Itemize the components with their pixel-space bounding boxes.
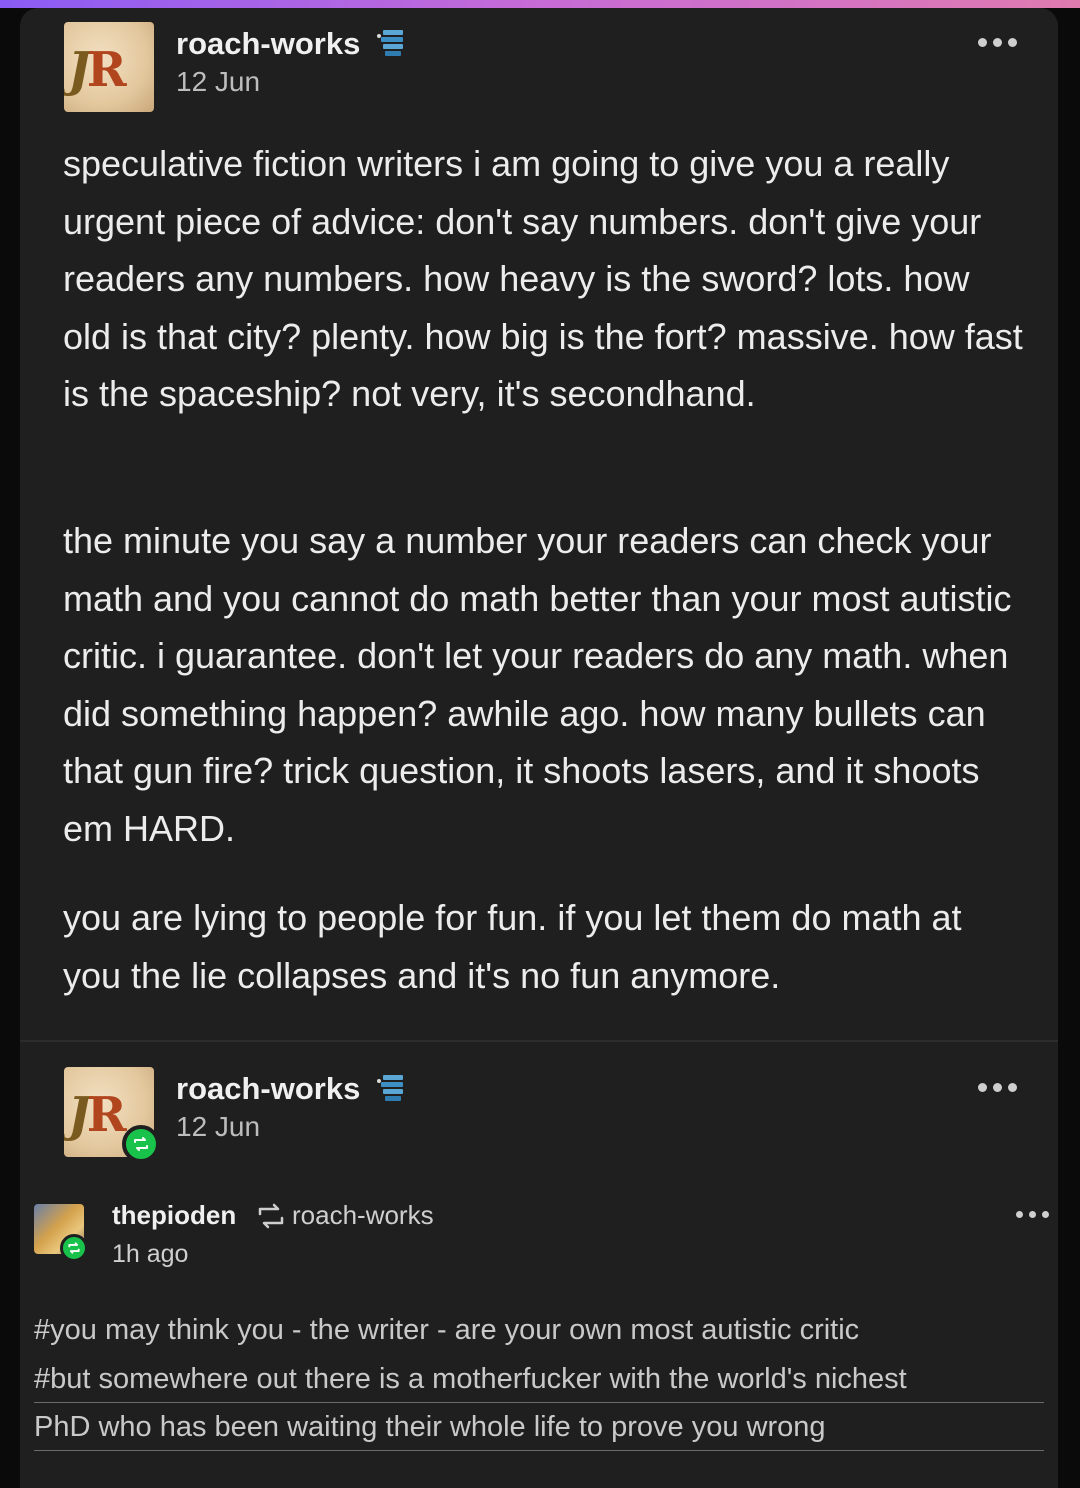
post-paragraph-1: speculative fiction writers i am going t…: [63, 143, 1023, 415]
reblog-date: 12 Jun: [176, 1111, 261, 1142]
author-avatar[interactable]: JR: [64, 22, 154, 112]
tag-line-3[interactable]: PhD who has been waiting their whole lif…: [34, 1404, 1044, 1451]
reblog-author-name[interactable]: roach-works: [176, 1071, 360, 1107]
post-date: 12 Jun: [176, 66, 261, 97]
post-author-name[interactable]: roach-works: [176, 26, 360, 62]
tag-line-2[interactable]: #but somewhere out there is a motherfuck…: [34, 1356, 1044, 1403]
book-stack-icon: [377, 30, 403, 56]
reblog-username[interactable]: thepioden: [112, 1200, 236, 1231]
reblog-source-name[interactable]: roach-works: [292, 1200, 434, 1231]
more-options-icon[interactable]: [978, 38, 1017, 47]
more-options-icon[interactable]: [978, 1083, 1017, 1092]
book-stack-icon: [377, 1075, 403, 1101]
tag-line-1[interactable]: #you may think you - the writer - are yo…: [34, 1306, 1044, 1354]
reblog-icon: [122, 1125, 160, 1163]
section-divider: [20, 1040, 1058, 1042]
post-paragraph-3: you are lying to people for fun. if you …: [63, 897, 962, 996]
more-options-icon[interactable]: [1016, 1211, 1049, 1218]
top-accent-bar: [0, 0, 1080, 8]
post-paragraph-2: the minute you say a number your readers…: [63, 520, 1012, 849]
reblog-time: 1h ago: [112, 1240, 189, 1268]
reblog-icon: [258, 1203, 284, 1229]
reblog-icon: [60, 1234, 88, 1262]
